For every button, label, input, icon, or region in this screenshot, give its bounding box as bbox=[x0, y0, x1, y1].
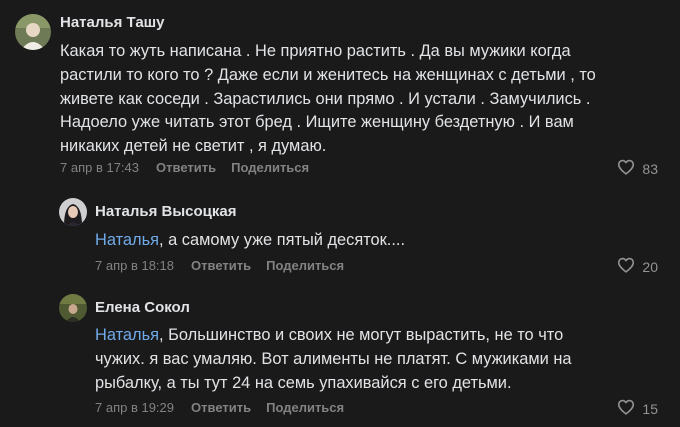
comment-author[interactable]: Наталья Высоцкая bbox=[95, 203, 237, 220]
like-count: 15 bbox=[642, 400, 658, 417]
comment-text-line: никаких детей не светит , я думаю. bbox=[60, 137, 327, 156]
avatar[interactable] bbox=[59, 198, 87, 226]
comment-text: Наталья, Большинство и своих не могут вы… bbox=[95, 324, 572, 395]
comment-meta: 7 апр в 19:29 Ответить Поделиться bbox=[95, 400, 359, 415]
share-button[interactable]: Поделиться bbox=[231, 160, 309, 175]
comment-meta: 7 апр в 17:43 Ответить Поделиться bbox=[60, 160, 324, 175]
comment-date[interactable]: 7 апр в 17:43 bbox=[60, 160, 139, 175]
like-button[interactable]: 83 bbox=[617, 159, 658, 178]
comment-text-line: Надоело уже читать этот бред . Ищите жен… bbox=[60, 113, 574, 132]
reply-button[interactable]: Ответить bbox=[191, 400, 251, 415]
comment-text: Какая то жуть написана . Не приятно раст… bbox=[60, 40, 596, 159]
like-button[interactable]: 20 bbox=[617, 257, 658, 276]
comment-author[interactable]: Наталья Ташу bbox=[60, 14, 165, 31]
comment-text-line: Наталья, а самому уже пятый десяток.... bbox=[95, 231, 406, 249]
comment-text-line: рыбалку, а ты тут 24 на семь упахивайся … bbox=[95, 373, 512, 392]
share-button[interactable]: Поделиться bbox=[266, 258, 344, 273]
like-count: 20 bbox=[642, 258, 658, 275]
mention-link[interactable]: Наталья bbox=[95, 326, 159, 344]
comment-text-line: растили то кого то ? Даже если и женитес… bbox=[60, 65, 596, 84]
heart-icon bbox=[617, 399, 642, 418]
comment-date[interactable]: 7 апр в 18:18 bbox=[95, 258, 174, 273]
comment-text: Наталья, а самому уже пятый десяток.... bbox=[95, 229, 405, 253]
comment-author[interactable]: Елена Сокол bbox=[95, 299, 190, 316]
comment-text-line: живете как соседи . Зарастились они прям… bbox=[60, 89, 591, 108]
comment-text-line: чужих. я вас умаляю. Вот алименты не пла… bbox=[95, 349, 572, 368]
share-button[interactable]: Поделиться bbox=[266, 400, 344, 415]
mention-link[interactable]: Наталья bbox=[95, 231, 159, 249]
reply-button[interactable]: Ответить bbox=[191, 258, 251, 273]
like-button[interactable]: 15 bbox=[617, 399, 658, 418]
avatar[interactable] bbox=[15, 14, 51, 50]
avatar[interactable] bbox=[59, 294, 87, 322]
heart-icon bbox=[617, 159, 642, 178]
comment-text-line: Какая то жуть написана . Не приятно раст… bbox=[60, 42, 571, 60]
heart-icon bbox=[617, 257, 642, 276]
comment-meta: 7 апр в 18:18 Ответить Поделиться bbox=[95, 258, 359, 273]
like-count: 83 bbox=[642, 160, 658, 177]
reply-button[interactable]: Ответить bbox=[156, 160, 216, 175]
comment-text-line: Наталья, Большинство и своих не могут вы… bbox=[95, 326, 564, 344]
comment-date[interactable]: 7 апр в 19:29 bbox=[95, 400, 174, 415]
